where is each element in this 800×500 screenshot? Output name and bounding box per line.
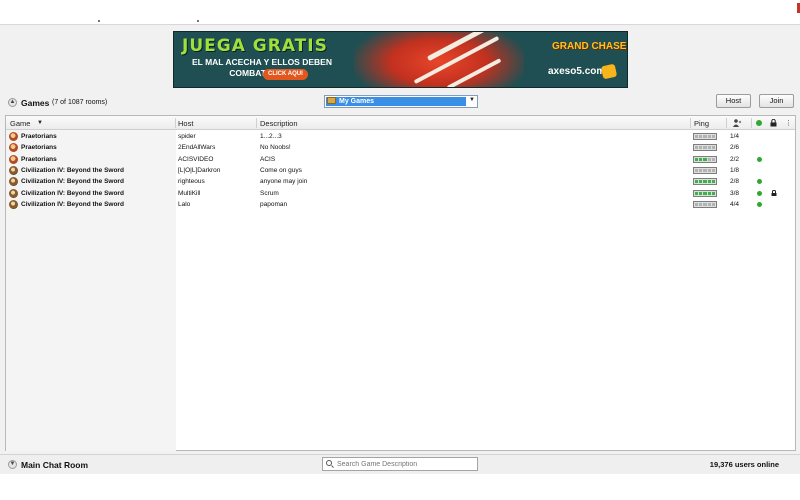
table-row[interactable]: Praetorians 2EndAllWars No Noobs! 2/6 xyxy=(6,142,795,153)
chat-bar: ▼ Main Chat Room 19,376 users online xyxy=(0,454,800,474)
players-cell: 2/6 xyxy=(730,144,740,152)
host-cell: [L|O|L]Darkron xyxy=(178,166,221,174)
ping-meter xyxy=(693,189,717,197)
open-status-dot xyxy=(757,190,762,196)
table-row[interactable]: Civilization IV: Beyond the Sword MultiKi… xyxy=(6,188,795,199)
bottom-blank-area xyxy=(0,474,800,500)
open-status-dot xyxy=(757,201,762,207)
folder-icon xyxy=(327,97,336,104)
top-bar-mark xyxy=(98,20,100,22)
table-row[interactable]: Civilization IV: Beyond the Sword Lalo pap… xyxy=(6,199,795,210)
table-row[interactable]: Civilization IV: Beyond the Sword righteo… xyxy=(6,176,795,187)
lock-icon[interactable] xyxy=(770,119,777,127)
column-divider xyxy=(751,118,752,128)
players-icon[interactable] xyxy=(733,119,742,127)
ping-meter xyxy=(693,144,717,152)
description-cell: ACIS xyxy=(260,155,276,163)
games-toolbar: ▲ Games (7 of 1087 rooms) My Games ▼ Hos… xyxy=(0,93,800,113)
players-cell: 4/4 xyxy=(730,200,740,208)
column-divider xyxy=(175,118,176,128)
open-status-icon[interactable] xyxy=(756,120,762,126)
host-cell: Lalo xyxy=(178,200,191,208)
table-row[interactable]: Praetorians ACISVIDEO ACIS 2/2 xyxy=(6,154,795,165)
games-title: Games xyxy=(21,98,50,108)
column-divider xyxy=(726,118,727,128)
game-cell: Praetorians xyxy=(21,155,57,163)
search-icon xyxy=(326,460,332,466)
more-columns-icon[interactable]: ⋮ xyxy=(785,119,792,127)
banner-brand: GRAND CHASE xyxy=(552,41,626,52)
game-cell: Civilization IV: Beyond the Sword xyxy=(21,166,124,174)
game-cell: Civilization IV: Beyond the Sword xyxy=(21,200,124,208)
join-button[interactable]: Join xyxy=(759,94,794,108)
players-cell: 2/8 xyxy=(730,178,740,186)
ad-banner[interactable]: JUEGA GRATIS EL MAL ACECHA Y ELLOS DEBEN… xyxy=(173,31,628,88)
banner-brand-name: GRAND CHASE xyxy=(552,41,627,52)
description-cell: No Noobs! xyxy=(260,144,291,152)
description-cell: anyone may join xyxy=(260,178,308,186)
players-cell: 1/8 xyxy=(730,166,740,174)
host-cell: MultiKill xyxy=(178,189,201,197)
column-header-game[interactable]: Game xyxy=(10,119,30,128)
description-cell: 1...2...3 xyxy=(260,133,282,140)
table-row[interactable]: Civilization IV: Beyond the Sword [L|O|L]… xyxy=(6,165,795,176)
banner-subline: EL MAL ACECHA Y ELLOS DEBEN COMBATIRLO!!… xyxy=(192,57,332,78)
ping-meter xyxy=(693,178,717,186)
search-game-input[interactable] xyxy=(322,457,478,471)
ping-meter xyxy=(693,133,717,140)
ping-meter xyxy=(693,155,717,163)
game-filter-dropdown[interactable]: My Games ▼ xyxy=(324,95,478,108)
column-divider xyxy=(690,118,691,128)
filter-selected-value: My Games xyxy=(326,97,466,106)
banner-badge-icon xyxy=(600,63,618,80)
game-cell: Praetorians xyxy=(21,144,57,152)
praetorians-icon xyxy=(9,154,18,164)
praetorians-icon xyxy=(9,132,18,141)
civ4-icon xyxy=(9,188,18,198)
games-table: Game ▼ Host Description Ping ⋮ Praetoria… xyxy=(5,115,796,451)
banner-cta-button[interactable]: CLICK AQUI xyxy=(263,69,308,80)
ping-meter xyxy=(693,166,717,174)
column-divider xyxy=(256,118,257,128)
open-status-dot xyxy=(757,156,762,162)
chat-room-title: Main Chat Room xyxy=(21,460,89,470)
host-cell: ACISVIDEO xyxy=(178,155,214,163)
host-button[interactable]: Host xyxy=(716,94,751,108)
window-top-bar xyxy=(0,0,800,25)
expand-chat-icon[interactable]: ▼ xyxy=(8,460,17,469)
banner-site: axeso5.com xyxy=(548,66,606,77)
players-cell: 1/4 xyxy=(730,133,740,140)
column-header-description[interactable]: Description xyxy=(260,119,298,128)
host-cell: spider xyxy=(178,133,196,140)
players-cell: 3/8 xyxy=(730,189,740,197)
host-cell: 2EndAllWars xyxy=(178,144,216,152)
civ4-icon xyxy=(9,199,18,209)
description-cell: papoman xyxy=(260,200,288,208)
open-status-dot xyxy=(757,179,762,185)
lock-icon xyxy=(771,189,777,196)
game-cell: Praetorians xyxy=(21,133,57,140)
top-bar-mark xyxy=(197,20,199,22)
collapse-games-icon[interactable]: ▲ xyxy=(8,98,17,107)
chevron-down-icon[interactable]: ▼ xyxy=(469,97,475,103)
game-cell: Civilization IV: Beyond the Sword xyxy=(21,178,124,186)
table-row[interactable]: Praetorians spider 1...2...3 1/4 xyxy=(6,131,795,142)
civ4-icon xyxy=(9,165,18,175)
players-cell: 2/2 xyxy=(730,155,740,163)
games-room-count: (7 of 1087 rooms) xyxy=(52,99,108,106)
users-online-count: 19,376 users online xyxy=(709,460,779,469)
sort-arrow-icon: ▼ xyxy=(37,120,43,126)
game-cell: Civilization IV: Beyond the Sword xyxy=(21,189,124,197)
banner-headline: JUEGA GRATIS xyxy=(182,36,328,56)
description-cell: Scrum xyxy=(260,189,279,197)
civ4-icon xyxy=(9,177,18,187)
praetorians-icon xyxy=(9,143,18,153)
column-header-host[interactable]: Host xyxy=(178,119,193,128)
host-cell: righteous xyxy=(178,178,205,186)
column-header-ping[interactable]: Ping xyxy=(694,119,709,128)
table-header: Game ▼ Host Description Ping ⋮ xyxy=(6,116,795,130)
ping-meter xyxy=(693,200,717,208)
description-cell: Come on guys xyxy=(260,166,302,174)
